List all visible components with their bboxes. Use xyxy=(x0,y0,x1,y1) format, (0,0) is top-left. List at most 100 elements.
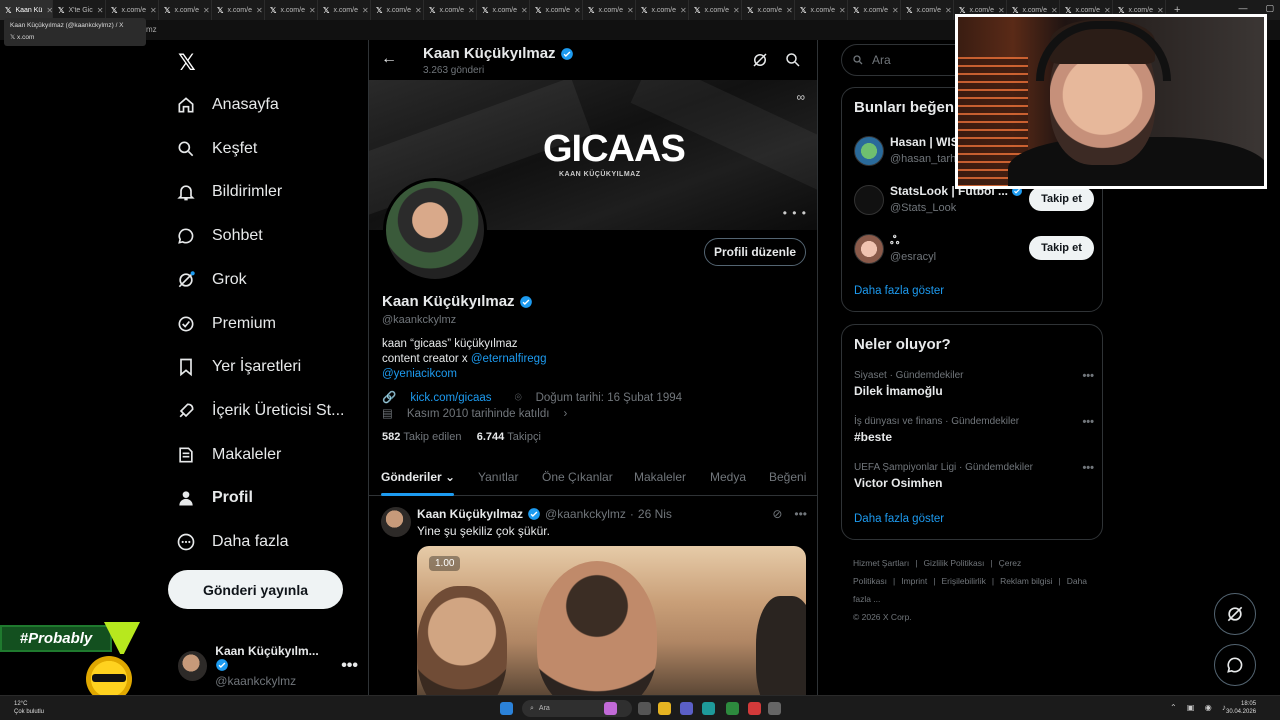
nav-item-grok[interactable]: Grok xyxy=(176,265,247,295)
tab-öne-çıkanlar[interactable]: Öne Çıkanlar xyxy=(542,470,613,484)
avatar[interactable] xyxy=(854,185,884,215)
messages-fab-button[interactable] xyxy=(1214,644,1256,686)
close-icon[interactable]: ✕ xyxy=(309,6,316,15)
close-icon[interactable]: ✕ xyxy=(521,6,528,15)
task-view-icon[interactable] xyxy=(638,702,651,715)
close-icon[interactable]: ✕ xyxy=(150,6,157,15)
close-icon[interactable]: ✕ xyxy=(574,6,581,15)
close-icon[interactable]: ✕ xyxy=(733,6,740,15)
close-icon[interactable]: ✕ xyxy=(786,6,793,15)
close-icon[interactable]: ✕ xyxy=(945,6,952,15)
joined-item[interactable]: ▤ Kasım 2010 tarihinde katıldı › xyxy=(382,406,577,422)
tab-medya[interactable]: Medya xyxy=(710,470,746,484)
nav-item-daha-fazla[interactable]: Daha fazla xyxy=(176,527,289,557)
minimize-icon[interactable]: — xyxy=(1238,3,1247,14)
bio-mention-link[interactable]: @eternalfiregg xyxy=(471,353,547,365)
browser-tab[interactable]: 𝕏 Kaan Kü ✕ xyxy=(0,0,53,20)
footer-link[interactable]: Erişilebilirlik xyxy=(941,576,985,586)
avatar[interactable] xyxy=(854,234,884,264)
close-icon[interactable]: ✕ xyxy=(415,6,422,15)
more-icon[interactable]: ••• xyxy=(1082,462,1094,474)
tab-beğeni[interactable]: Beğeni xyxy=(769,470,806,484)
nav-item-anasayfa[interactable]: Anasayfa xyxy=(176,90,279,120)
show-more-link[interactable]: Daha fazla göster xyxy=(854,285,944,297)
tweet-media-video[interactable]: 1.00 xyxy=(417,546,806,695)
windows-start-icon[interactable] xyxy=(500,702,513,715)
trend-item[interactable]: UEFA Şampiyonlar Ligi · Gündemdekiler Vic… xyxy=(854,462,1094,490)
nav-item-bildirimler[interactable]: Bildirimler xyxy=(176,177,282,207)
nav-item-premium[interactable]: Premium xyxy=(176,309,276,339)
browser-tab[interactable]: 𝕏x.com/e ✕ xyxy=(477,0,530,20)
browser-tab[interactable]: 𝕏x.com/e ✕ xyxy=(636,0,689,20)
close-icon[interactable]: ✕ xyxy=(203,6,210,15)
tweet-date[interactable]: 26 Nis xyxy=(638,507,672,521)
avatar[interactable] xyxy=(854,136,884,166)
footer-link[interactable]: Hizmet Şartları xyxy=(853,558,909,568)
more-icon[interactable]: ••• xyxy=(794,507,807,521)
tweet[interactable]: Kaan Küçükyılmaz @kaankckylmz · 26 Nis ⊘… xyxy=(369,497,817,695)
close-icon[interactable]: ✕ xyxy=(46,6,52,15)
close-icon[interactable]: ✕ xyxy=(892,6,899,15)
browser-tab[interactable]: 𝕏x.com/e ✕ xyxy=(848,0,901,20)
close-icon[interactable]: ✕ xyxy=(97,6,104,15)
browser-tab[interactable]: 𝕏x.com/e ✕ xyxy=(530,0,583,20)
browser-tab[interactable]: 𝕏x.com/e ✕ xyxy=(689,0,742,20)
website-item[interactable]: 🔗 kick.com/gicaas xyxy=(382,390,502,406)
footer-link[interactable]: Imprint xyxy=(901,576,927,586)
close-icon[interactable]: ✕ xyxy=(256,6,263,15)
browser-tab[interactable]: 𝕏x.com/e ✕ xyxy=(901,0,954,20)
browser-tab[interactable]: 𝕏x.com/e ✕ xyxy=(318,0,371,20)
browser-tab[interactable]: 𝕏x.com/e ✕ xyxy=(265,0,318,20)
clock[interactable]: 18:05 30.04.2026 xyxy=(1226,700,1256,716)
browser-tab[interactable]: 𝕏x.com/e ✕ xyxy=(583,0,636,20)
back-arrow-icon[interactable]: ← xyxy=(381,50,397,68)
browser-tab[interactable]: 𝕏x.com/e ✕ xyxy=(212,0,265,20)
browser-tab[interactable]: 𝕏x.com/e ✕ xyxy=(159,0,212,20)
close-icon[interactable]: ✕ xyxy=(468,6,475,15)
app-icon[interactable] xyxy=(726,702,739,715)
taskbar-widget-icon[interactable] xyxy=(604,702,617,715)
search-icon[interactable] xyxy=(784,51,802,69)
suggested-account[interactable]: ஃ @esracyl Takip et xyxy=(854,230,1094,270)
more-icon[interactable]: ••• xyxy=(1082,370,1094,382)
grok-fab-button[interactable] xyxy=(1214,593,1256,635)
website-link[interactable]: kick.com/gicaas xyxy=(410,390,491,406)
browser-tab[interactable]: 𝕏x.com/e ✕ xyxy=(424,0,477,20)
trend-item[interactable]: Siyaset · Gündemdekiler Dilek İmamoğlu ••• xyxy=(854,370,1094,398)
nav-item-i-çerik-üreticisi-st-[interactable]: İçerik Üreticisi St... xyxy=(176,396,344,426)
file-explorer-icon[interactable] xyxy=(658,702,671,715)
tab-makaleler[interactable]: Makaleler xyxy=(634,470,686,484)
app-icon[interactable] xyxy=(680,702,693,715)
nav-item-keşfet[interactable]: Keşfet xyxy=(176,134,257,164)
more-icon[interactable]: ••• xyxy=(1082,416,1094,428)
grok-icon[interactable] xyxy=(751,51,769,69)
system-tray[interactable]: ⌃ ▣ ◉ ♪ xyxy=(1170,703,1230,712)
browser-tab[interactable]: 𝕏x.com/e ✕ xyxy=(795,0,848,20)
tweet-author-name[interactable]: Kaan Küçükyılmaz xyxy=(417,507,523,521)
browser-tab[interactable]: 𝕏x.com/e ✕ xyxy=(371,0,424,20)
close-icon[interactable]: ✕ xyxy=(680,6,687,15)
restore-icon[interactable]: ▢ xyxy=(1265,3,1274,14)
followers-link[interactable]: 6.744 Takipçi xyxy=(477,431,541,443)
tab-yanıtlar[interactable]: Yanıtlar xyxy=(478,470,518,484)
tab-gönderiler[interactable]: Gönderiler ⌄ xyxy=(381,470,455,484)
footer-link[interactable]: Reklam bilgisi xyxy=(1000,576,1052,586)
browser-tab[interactable]: 𝕏x.com/e ✕ xyxy=(742,0,795,20)
profile-avatar[interactable] xyxy=(383,178,487,282)
close-icon[interactable]: ✕ xyxy=(839,6,846,15)
browser-tab[interactable]: 𝕏x.com/e ✕ xyxy=(106,0,159,20)
bio-mention-link[interactable]: @yeniacikcom xyxy=(382,367,546,382)
edge-icon[interactable] xyxy=(702,702,715,715)
weather-widget[interactable]: 12°C Çok bulutlu xyxy=(14,700,44,716)
close-icon[interactable]: ✕ xyxy=(627,6,634,15)
show-more-link[interactable]: Daha fazla göster xyxy=(854,513,944,525)
close-icon[interactable]: ✕ xyxy=(362,6,369,15)
more-icon[interactable]: ••• xyxy=(341,657,358,675)
x-logo-icon[interactable]: 𝕏 xyxy=(178,50,196,76)
avatar[interactable] xyxy=(381,507,411,537)
nav-item-makaleler[interactable]: Makaleler xyxy=(176,440,281,470)
following-link[interactable]: 582 Takip edilen xyxy=(382,431,461,443)
nav-item-profil[interactable]: Profil xyxy=(176,483,253,513)
follow-button[interactable]: Takip et xyxy=(1029,236,1094,260)
browser-tab[interactable]: 𝕏 X'te Gic ✕ xyxy=(53,0,106,20)
